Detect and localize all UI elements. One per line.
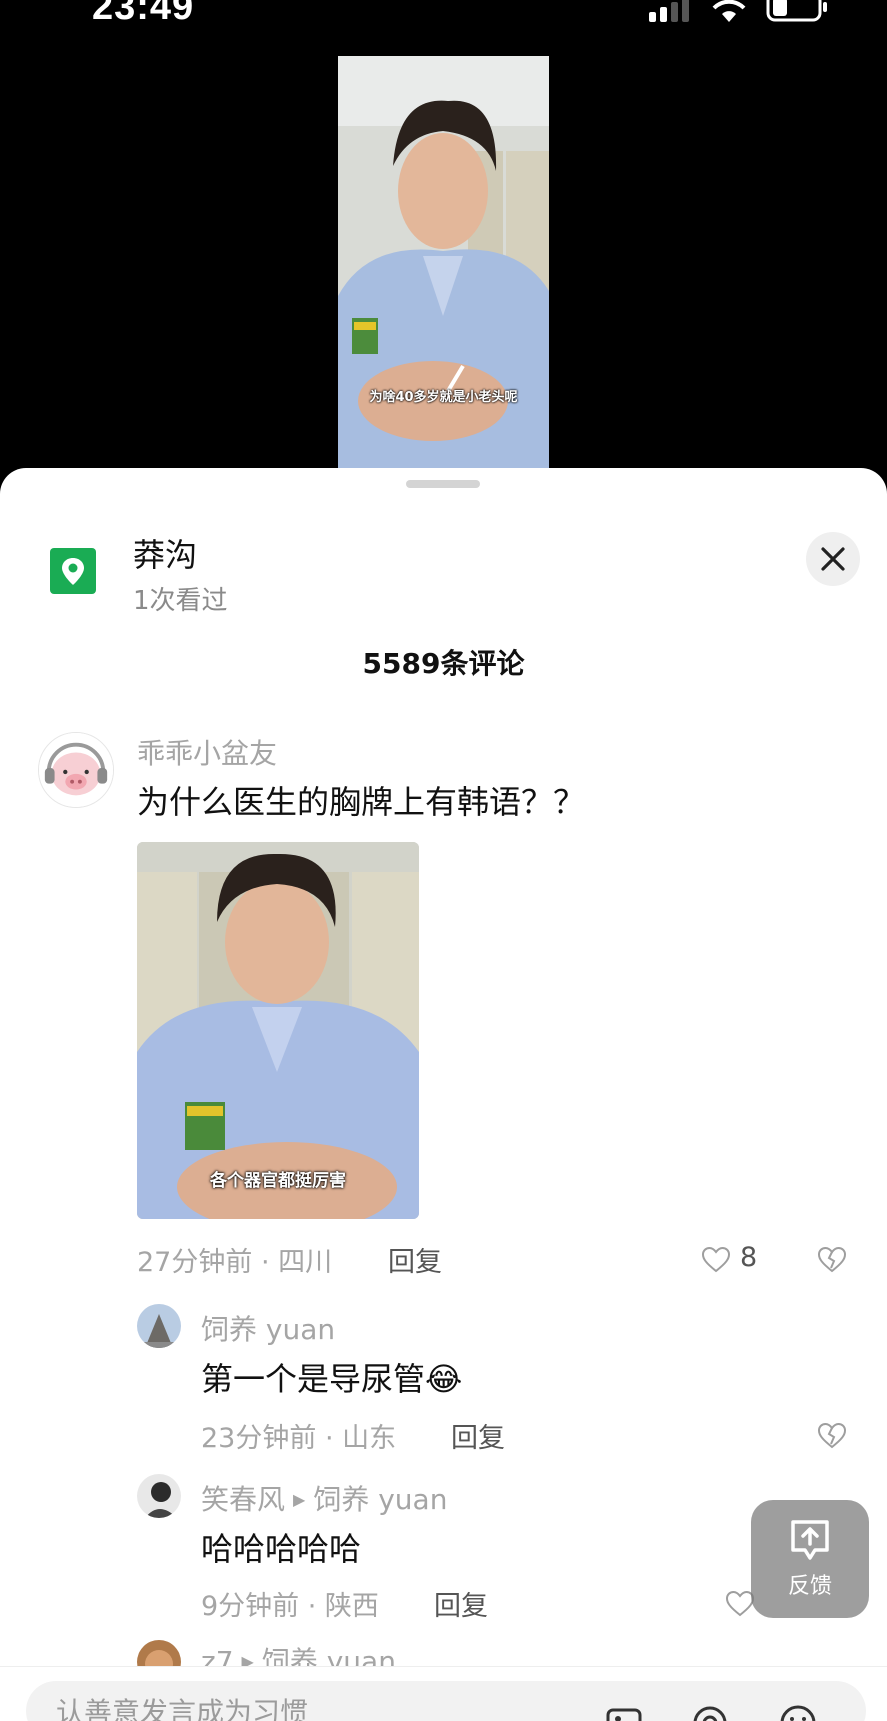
comment-username[interactable]: 乖乖小盆友	[137, 732, 277, 772]
reply-username[interactable]: 笑春风 ▶ 饲养 yuan	[201, 1478, 447, 1518]
reply-button[interactable]: 回复	[388, 1240, 442, 1279]
video-frame	[338, 56, 549, 468]
dislike-button[interactable]	[816, 1420, 848, 1452]
location-view-count: 1次看过	[133, 586, 228, 616]
battery-icon	[766, 0, 828, 22]
broken-heart-icon	[817, 1246, 847, 1273]
like-count: 8	[740, 1242, 758, 1273]
comment-image-subtitle: 各个器官都挺厉害	[210, 1171, 346, 1191]
location-name[interactable]: 莽沟	[133, 530, 197, 576]
comment-input-bar: 认善意发言成为习惯	[0, 1666, 887, 1721]
reply-meta: 23分钟前 · 山东	[201, 1423, 397, 1454]
feedback-icon	[791, 1520, 829, 1560]
reply-username-text: 笑春风	[201, 1483, 286, 1516]
like-button[interactable]	[700, 1244, 732, 1276]
laughing-emoji-icon: 😂	[425, 1360, 463, 1398]
feedback-label: 反馈	[787, 1574, 832, 1599]
avatar[interactable]	[38, 732, 114, 808]
broken-heart-icon	[817, 1422, 847, 1449]
video-player[interactable]: 为啥40多岁就是小老头呢	[338, 56, 549, 468]
reply-arrow-icon: ▶	[293, 1490, 306, 1509]
comment-input[interactable]: 认善意发言成为习惯	[26, 1681, 866, 1721]
reply-text-content: 第一个是导尿管	[201, 1360, 426, 1398]
comment-image-frame	[137, 842, 419, 1219]
reply-text[interactable]: 第一个是导尿管😂	[201, 1354, 462, 1400]
avatar[interactable]	[137, 1474, 181, 1518]
reply-button[interactable]: 回复	[434, 1584, 488, 1623]
reply-username[interactable]: 饲养 yuan	[201, 1308, 335, 1348]
heart-icon	[701, 1246, 731, 1273]
reply-button[interactable]: 回复	[451, 1416, 505, 1455]
status-bar: 23:49	[0, 0, 887, 40]
mention-icon[interactable]	[690, 1703, 730, 1721]
comments-sheet: 莽沟 1次看过 5589条评论 乖乖小盆友 为什么医生的胸牌上有韩语？？ 各个器…	[0, 468, 887, 1721]
reply-text[interactable]: 哈哈哈哈哈	[201, 1524, 361, 1570]
image-icon[interactable]	[604, 1703, 644, 1721]
feedback-button[interactable]: 反馈	[751, 1500, 869, 1618]
close-icon	[821, 547, 845, 571]
avatar[interactable]	[137, 1304, 181, 1348]
status-time: 23:49	[92, 0, 195, 28]
emoji-icon[interactable]	[778, 1703, 818, 1721]
reply-meta: 9分钟前 · 陕西	[201, 1591, 379, 1622]
dislike-button[interactable]	[816, 1244, 848, 1276]
comment-input-placeholder: 认善意发言成为习惯	[56, 1696, 309, 1721]
close-button[interactable]	[806, 532, 860, 586]
cellular-signal-icon	[648, 0, 694, 22]
comment-image[interactable]: 各个器官都挺厉害	[137, 842, 419, 1219]
comment-text[interactable]: 为什么医生的胸牌上有韩语？？	[137, 777, 585, 823]
wifi-icon	[708, 0, 750, 22]
video-subtitle: 为啥40多岁就是小老头呢	[369, 390, 518, 405]
comment-count: 5589条评论	[362, 647, 525, 680]
location-pin-icon[interactable]	[50, 548, 96, 594]
sheet-grabber-handle[interactable]	[406, 480, 480, 488]
comment-meta: 27分钟前 · 四川	[137, 1247, 333, 1278]
reply-to-username: 饲养 yuan	[313, 1483, 448, 1516]
